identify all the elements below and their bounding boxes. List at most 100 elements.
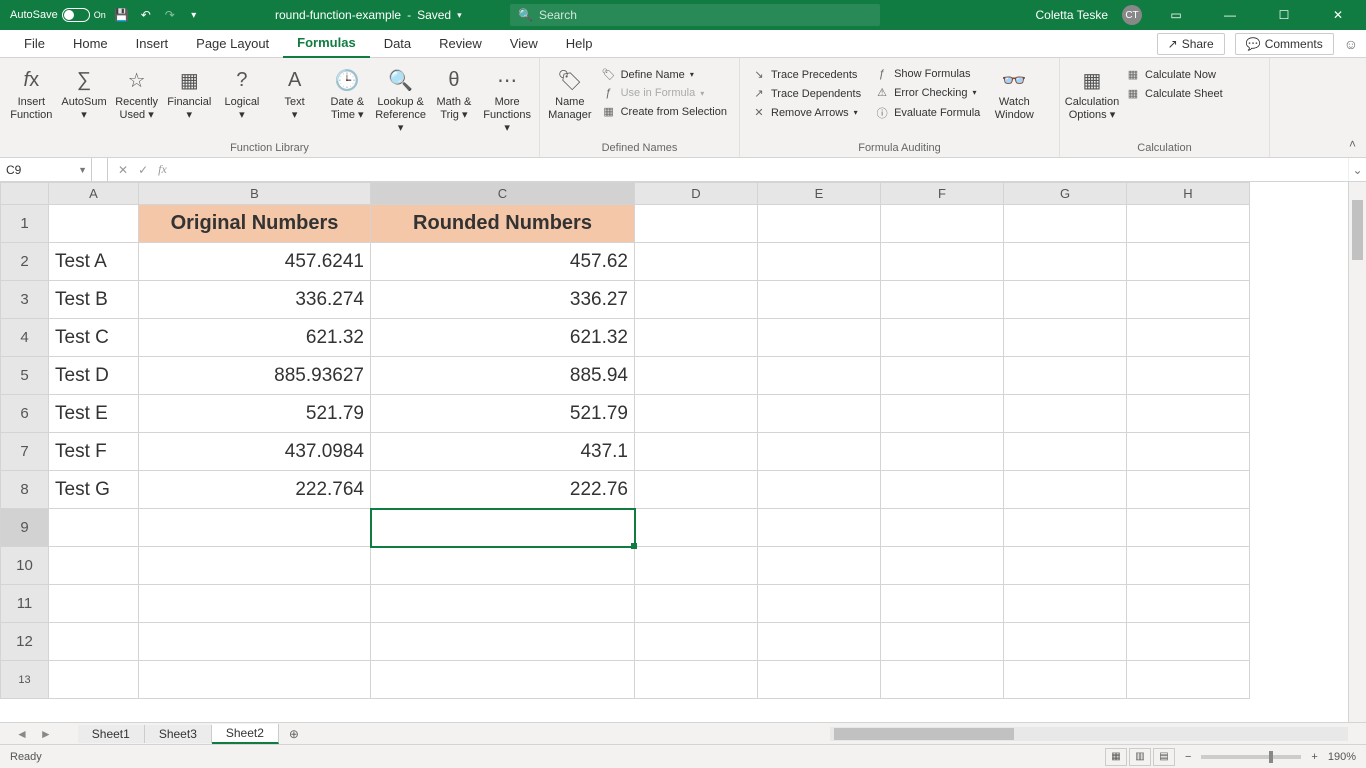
cell-c5[interactable]: 885.94	[371, 357, 635, 395]
cell-a4[interactable]: Test C	[49, 319, 139, 357]
row-header-3[interactable]: 3	[1, 281, 49, 319]
zoom-in-icon[interactable]: +	[1311, 751, 1317, 763]
row-header-7[interactable]: 7	[1, 433, 49, 471]
row-header-11[interactable]: 11	[1, 585, 49, 623]
username[interactable]: Coletta Teske	[1036, 8, 1109, 22]
date-time-button[interactable]: 🕒Date & Time ▾	[322, 62, 373, 126]
row-header-13[interactable]: 13	[1, 661, 49, 699]
cell-c3[interactable]: 336.27	[371, 281, 635, 319]
maximize-icon[interactable]: ☐	[1264, 0, 1304, 30]
cell-c7[interactable]: 437.1	[371, 433, 635, 471]
autosum-button[interactable]: ∑AutoSum▾	[59, 62, 110, 126]
minimize-icon[interactable]: —	[1210, 0, 1250, 30]
tab-file[interactable]: File	[10, 30, 59, 58]
cell-a7[interactable]: Test F	[49, 433, 139, 471]
cell-b7[interactable]: 437.0984	[139, 433, 371, 471]
error-checking-button[interactable]: ⚠Error Checking ▾	[871, 84, 984, 101]
col-header-c[interactable]: C	[371, 183, 635, 205]
view-page-break-icon[interactable]: ▤	[1153, 748, 1175, 766]
expand-formula-icon[interactable]: ⌄	[1348, 158, 1366, 181]
cell-a5[interactable]: Test D	[49, 357, 139, 395]
zoom-level[interactable]: 190%	[1328, 751, 1356, 763]
cell-a6[interactable]: Test E	[49, 395, 139, 433]
tab-formulas[interactable]: Formulas	[283, 30, 370, 58]
vertical-scrollbar[interactable]	[1348, 182, 1366, 722]
zoom-slider[interactable]	[1201, 755, 1301, 759]
cell-a2[interactable]: Test A	[49, 243, 139, 281]
calculate-now-button[interactable]: ▦Calculate Now	[1122, 66, 1227, 83]
row-header-1[interactable]: 1	[1, 205, 49, 243]
view-page-layout-icon[interactable]: ▥	[1129, 748, 1151, 766]
cell-a8[interactable]: Test G	[49, 471, 139, 509]
enter-icon[interactable]: ✓	[138, 163, 148, 177]
row-header-12[interactable]: 12	[1, 623, 49, 661]
formula-input[interactable]	[177, 158, 1348, 181]
col-header-g[interactable]: G	[1004, 183, 1127, 205]
calculation-options-button[interactable]: ▦Calculation Options ▾	[1066, 62, 1118, 126]
sheet-tab-sheet3[interactable]: Sheet3	[145, 725, 212, 743]
select-all-corner[interactable]	[1, 183, 49, 205]
tab-review[interactable]: Review	[425, 30, 496, 58]
cell-c6[interactable]: 521.79	[371, 395, 635, 433]
col-header-b[interactable]: B	[139, 183, 371, 205]
calculate-sheet-button[interactable]: ▦Calculate Sheet	[1122, 85, 1227, 102]
name-manager-button[interactable]: 🏷Name Manager	[546, 62, 594, 126]
tab-home[interactable]: Home	[59, 30, 122, 58]
cell-a9[interactable]	[49, 509, 139, 547]
tab-page-layout[interactable]: Page Layout	[182, 30, 283, 58]
col-header-f[interactable]: F	[881, 183, 1004, 205]
horizontal-scrollbar[interactable]	[830, 727, 1348, 741]
row-header-8[interactable]: 8	[1, 471, 49, 509]
col-header-h[interactable]: H	[1127, 183, 1250, 205]
lookup-reference-button[interactable]: 🔍Lookup & Reference ▾	[375, 62, 427, 140]
cell-b6[interactable]: 521.79	[139, 395, 371, 433]
sheet-tab-sheet2[interactable]: Sheet2	[212, 724, 279, 744]
fx-icon[interactable]: fx	[158, 162, 167, 177]
cell-c1[interactable]: Rounded Numbers	[371, 205, 635, 243]
watch-window-button[interactable]: 👓Watch Window	[988, 62, 1040, 126]
cell-b5[interactable]: 885.93627	[139, 357, 371, 395]
add-sheet-icon[interactable]: ⊕	[279, 727, 309, 741]
tab-view[interactable]: View	[496, 30, 552, 58]
qat-customize-icon[interactable]: ▾	[186, 7, 202, 23]
name-box[interactable]: C9▼	[0, 158, 92, 181]
sheet-nav-next-icon[interactable]: ►	[34, 727, 58, 741]
show-formulas-button[interactable]: ƒShow Formulas	[871, 66, 984, 82]
tab-help[interactable]: Help	[552, 30, 607, 58]
ribbon-display-icon[interactable]: ▭	[1156, 0, 1196, 30]
zoom-out-icon[interactable]: −	[1185, 751, 1191, 763]
trace-precedents-button[interactable]: ↘Trace Precedents	[748, 66, 865, 83]
logical-button[interactable]: ?Logical▾	[217, 62, 268, 126]
more-functions-button[interactable]: ⋯More Functions ▾	[481, 62, 533, 140]
row-header-4[interactable]: 4	[1, 319, 49, 357]
undo-icon[interactable]: ↶	[138, 7, 154, 23]
close-icon[interactable]: ✕	[1318, 0, 1358, 30]
comments-button[interactable]: 💬Comments	[1235, 33, 1334, 55]
create-from-selection-button[interactable]: ▦Create from Selection	[598, 103, 731, 120]
sheet-nav-prev-icon[interactable]: ◄	[10, 727, 34, 741]
cell-c8[interactable]: 222.76	[371, 471, 635, 509]
evaluate-formula-button[interactable]: ⓘEvaluate Formula	[871, 103, 984, 123]
cell-b1[interactable]: Original Numbers	[139, 205, 371, 243]
view-normal-icon[interactable]: ▦	[1105, 748, 1127, 766]
cell-a1[interactable]	[49, 205, 139, 243]
remove-arrows-button[interactable]: ✕Remove Arrows ▾	[748, 104, 865, 121]
use-in-formula-button[interactable]: ƒUse in Formula ▾	[598, 85, 731, 101]
cancel-icon[interactable]: ✕	[118, 163, 128, 177]
text-button[interactable]: AText▾	[269, 62, 320, 126]
col-header-a[interactable]: A	[49, 183, 139, 205]
row-header-10[interactable]: 10	[1, 547, 49, 585]
cell-b9[interactable]	[139, 509, 371, 547]
insert-function-button[interactable]: fxInsert Function	[6, 62, 57, 126]
save-icon[interactable]: 💾	[114, 7, 130, 23]
redo-icon[interactable]: ↷	[162, 7, 178, 23]
trace-dependents-button[interactable]: ↗Trace Dependents	[748, 85, 865, 102]
col-header-e[interactable]: E	[758, 183, 881, 205]
user-avatar[interactable]: CT	[1122, 5, 1142, 25]
smiley-icon[interactable]: ☺	[1344, 36, 1358, 52]
cell-c9[interactable]	[371, 509, 635, 547]
tab-data[interactable]: Data	[370, 30, 425, 58]
financial-button[interactable]: ▦Financial▾	[164, 62, 215, 126]
search-input[interactable]: 🔍 Search	[510, 4, 880, 26]
cell-c4[interactable]: 621.32	[371, 319, 635, 357]
